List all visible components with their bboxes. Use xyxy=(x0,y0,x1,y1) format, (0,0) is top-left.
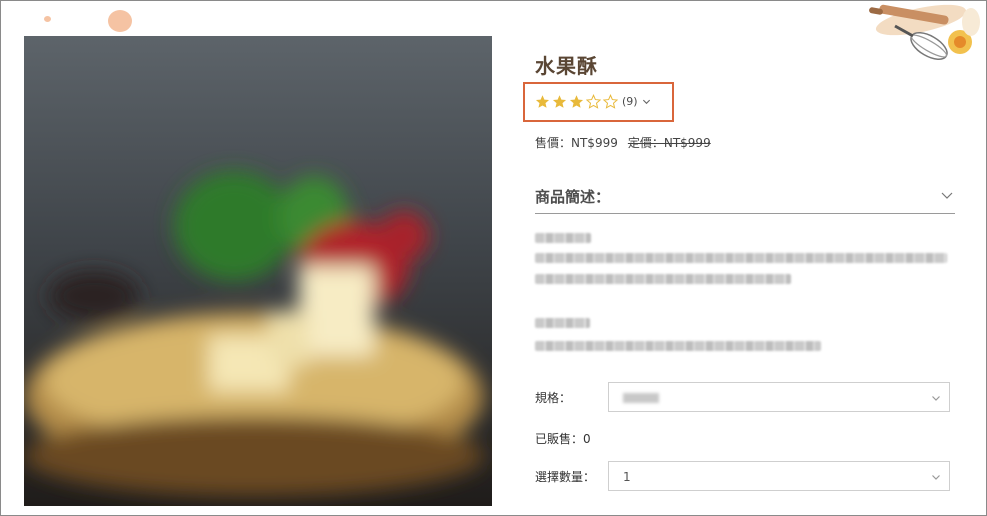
star-empty-icon xyxy=(586,94,601,109)
star-filled-icon xyxy=(552,95,567,108)
product-photo xyxy=(24,36,492,506)
rating-count: (9) xyxy=(622,95,638,108)
redacted-description-line xyxy=(535,318,590,328)
product-title: 水果酥 xyxy=(535,54,598,78)
list-price: 定價：NT$999 xyxy=(627,136,711,150)
sold-count: 已販售：0 xyxy=(535,432,591,446)
redacted-description-line xyxy=(535,233,591,243)
baking-illustration xyxy=(869,4,980,60)
quantity-label: 選擇數量： xyxy=(535,470,596,484)
star-empty-icon xyxy=(603,94,618,109)
chevron-down-icon xyxy=(932,475,940,480)
decor-dot-small xyxy=(44,16,51,22)
sale-price: 售價：NT$999 xyxy=(535,136,618,150)
description-heading: 商品簡述： xyxy=(535,188,611,206)
star-filled-icon xyxy=(569,95,584,108)
spec-selected-value xyxy=(623,393,659,403)
chevron-down-icon[interactable] xyxy=(642,97,651,106)
redacted-description-line xyxy=(535,341,821,351)
rating-widget[interactable]: (9) xyxy=(535,94,651,109)
redacted-description-line xyxy=(535,253,947,263)
redacted-description-line xyxy=(535,274,791,284)
description-section-header[interactable]: 商品簡述： xyxy=(535,186,955,214)
quantity-selected-value: 1 xyxy=(623,470,631,484)
spec-label: 規格： xyxy=(535,391,572,405)
spec-select[interactable] xyxy=(608,382,950,412)
price-row: 售價：NT$999 定價：NT$999 xyxy=(535,134,711,151)
star-filled-icon xyxy=(535,95,550,108)
chevron-down-icon xyxy=(932,396,940,401)
quantity-select[interactable]: 1 xyxy=(608,461,950,491)
chevron-down-icon[interactable] xyxy=(941,189,953,201)
decor-dot-large xyxy=(108,10,132,32)
